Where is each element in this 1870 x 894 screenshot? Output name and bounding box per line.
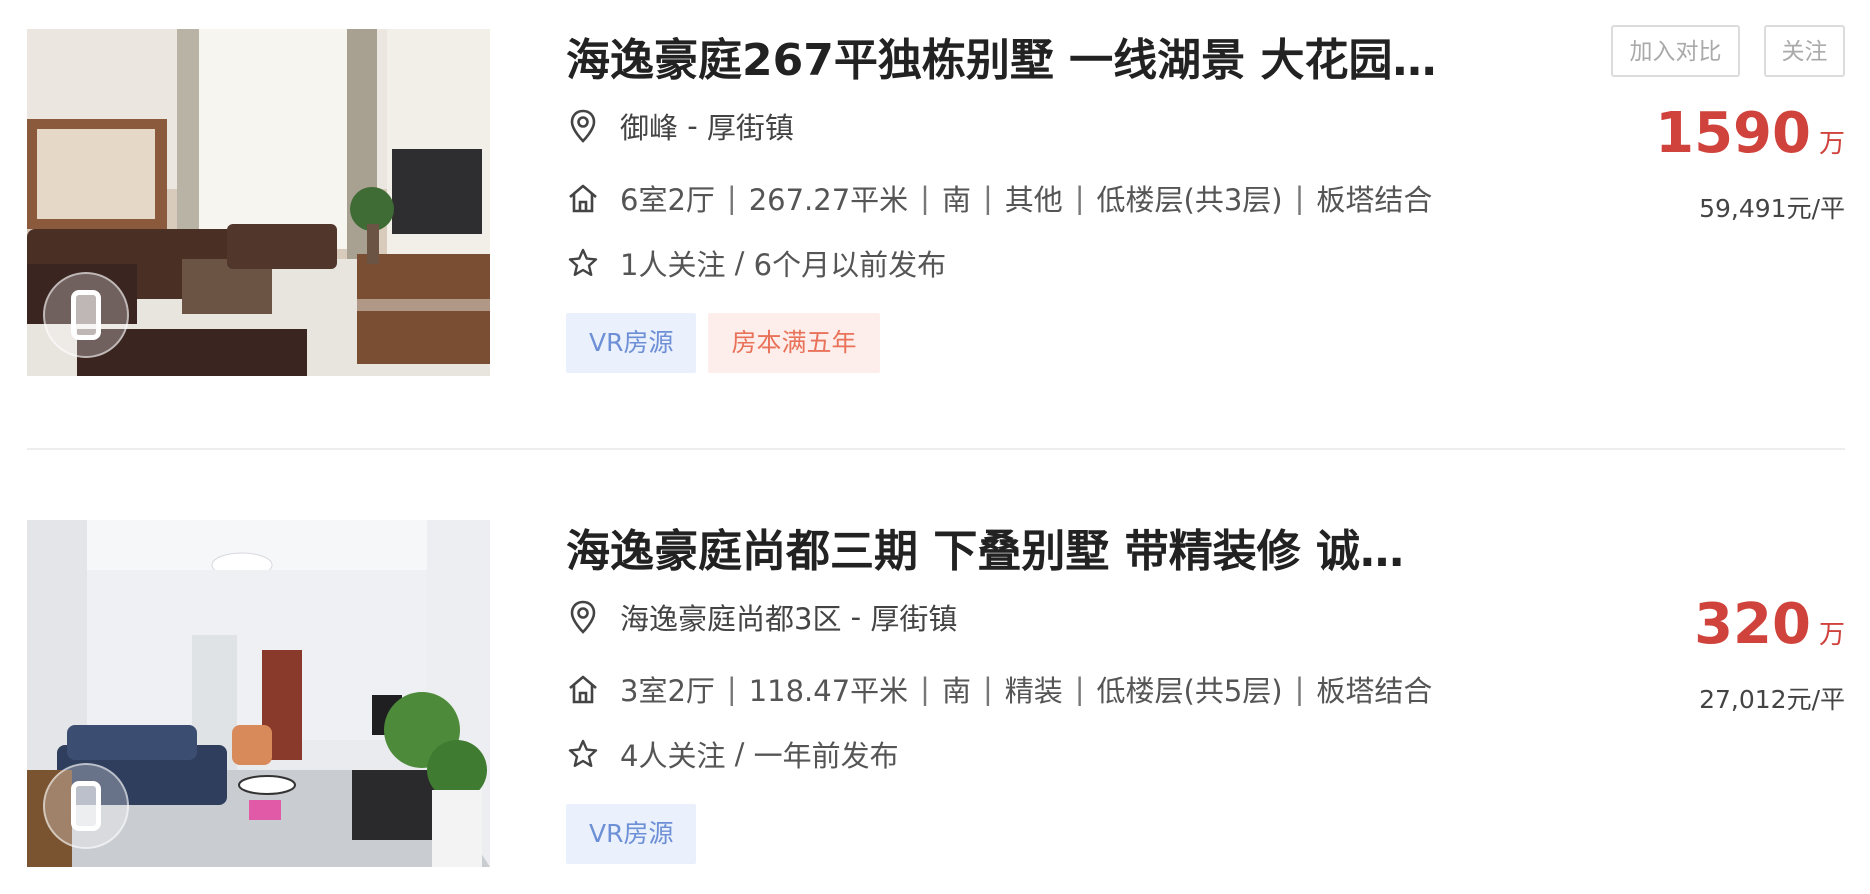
star-icon <box>566 246 600 280</box>
info-separator: | <box>1074 672 1085 706</box>
info-separator: | <box>726 672 737 706</box>
vr-phone-icon <box>43 272 129 358</box>
publish-time: 一年前发布 <box>753 739 899 773</box>
orientation: 南 <box>941 674 971 708</box>
total-price: 320 万 <box>1694 594 1845 656</box>
floor: 低楼层(共3层) <box>1096 183 1283 217</box>
info-separator: | <box>982 181 993 215</box>
listing-address: 海逸豪庭尚都3区 - 厚街镇 <box>566 597 957 637</box>
info-separator: | <box>920 672 930 706</box>
listing-address: 御峰 - 厚街镇 <box>566 106 794 146</box>
building-type: 板塔结合 <box>1316 183 1433 217</box>
orientation: 南 <box>941 183 971 217</box>
district-link[interactable]: 厚街镇 <box>870 596 957 638</box>
follow-count: 1人关注 <box>620 248 726 282</box>
info-separator: | <box>1294 672 1305 706</box>
info-separator: | <box>1074 181 1085 215</box>
tag-vr: VR房源 <box>566 313 697 373</box>
address-separator: - <box>841 600 871 634</box>
layout: 6室2厅 <box>620 183 715 217</box>
unit-price: 59,491元/平 <box>1699 194 1845 223</box>
listing-photo[interactable] <box>27 29 490 376</box>
house-icon <box>566 181 600 215</box>
area: 118.47平米 <box>748 674 909 708</box>
house-info: 6室2厅 | 267.27平米 | 南 | 其他 | 低楼层(共3层) | 板塔… <box>566 178 1432 218</box>
info-separator: | <box>726 181 737 215</box>
decoration: 精装 <box>1004 674 1063 708</box>
info-separator: | <box>920 181 930 215</box>
location-pin-icon <box>566 109 600 143</box>
star-icon <box>566 737 600 771</box>
listing-photo[interactable] <box>27 520 490 867</box>
follow-button[interactable]: 关注 <box>1764 25 1845 77</box>
total-price-value: 1590 <box>1655 101 1811 166</box>
listing-card: 海逸豪庭267平独栋别墅 一线湖景 大花园 采光视野好 诚心出售 加入对比 关注… <box>27 25 1845 380</box>
decoration: 其他 <box>1004 183 1063 217</box>
unit-price: 27,012元/平 <box>1699 685 1845 714</box>
info-separator: | <box>1294 181 1305 215</box>
house-icon <box>566 672 600 706</box>
floor: 低楼层(共5层) <box>1096 674 1283 708</box>
listing-title[interactable]: 海逸豪庭尚都三期 下叠别墅 带精装修 诚心出售 <box>566 520 1446 584</box>
add-to-compare-button[interactable]: 加入对比 <box>1611 25 1740 77</box>
listing-divider <box>27 448 1845 450</box>
follow-count: 4人关注 <box>620 739 726 773</box>
area: 267.27平米 <box>748 183 909 217</box>
publish-time: 6个月以前发布 <box>753 248 947 282</box>
info-separator: | <box>982 672 993 706</box>
follow-info: 4人关注 / 一年前发布 <box>566 734 899 774</box>
vr-phone-icon <box>43 763 129 849</box>
listing-tags: VR房源 <box>566 804 697 864</box>
house-info: 3室2厅 | 118.47平米 | 南 | 精装 | 低楼层(共5层) | 板塔… <box>566 669 1432 709</box>
district-link[interactable]: 厚街镇 <box>707 105 794 147</box>
follow-separator: / <box>725 737 754 771</box>
total-price-unit: 万 <box>1818 620 1845 650</box>
total-price-value: 320 <box>1694 592 1811 657</box>
tag-vr: VR房源 <box>566 804 697 864</box>
follow-info: 1人关注 / 6个月以前发布 <box>566 243 946 283</box>
layout: 3室2厅 <box>620 674 715 708</box>
tag-five-years: 房本满五年 <box>708 313 880 373</box>
building-type: 板塔结合 <box>1316 674 1433 708</box>
community-link[interactable]: 海逸豪庭尚都3区 <box>620 596 841 638</box>
total-price: 1590 万 <box>1655 103 1845 165</box>
listing-tags: VR房源 房本满五年 <box>566 313 880 373</box>
listing-title[interactable]: 海逸豪庭267平独栋别墅 一线湖景 大花园 采光视野好 诚心出售 <box>566 29 1446 93</box>
listing-card: 海逸豪庭尚都三期 下叠别墅 带精装修 诚心出售 海逸豪庭尚都3区 - 厚街镇 3… <box>27 520 1845 871</box>
community-link[interactable]: 御峰 <box>620 105 678 147</box>
address-separator: - <box>678 109 707 143</box>
total-price-unit: 万 <box>1818 129 1845 159</box>
follow-separator: / <box>725 246 754 280</box>
location-pin-icon <box>566 600 600 634</box>
